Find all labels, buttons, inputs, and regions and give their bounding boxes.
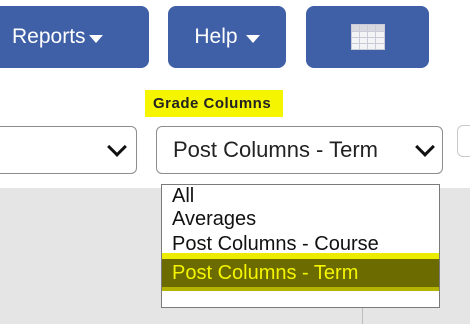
chevron-down-icon (415, 137, 435, 157)
table-grid-icon (350, 24, 385, 50)
grade-columns-label: Grade Columns (145, 90, 284, 117)
reports-label: Reports (12, 25, 86, 48)
help-label: Help (194, 25, 238, 48)
option-post-columns-term[interactable]: Post Columns - Term (162, 259, 439, 291)
caret-down-icon (88, 34, 103, 43)
option-post-columns-course[interactable]: Post Columns - Course (162, 232, 439, 259)
reports-menu-button[interactable]: Reports (0, 6, 149, 68)
left-filter-select[interactable] (0, 126, 137, 174)
chevron-down-icon (107, 137, 127, 157)
help-menu-button[interactable]: Help (168, 6, 286, 68)
option-all[interactable]: All (162, 185, 439, 207)
grade-columns-selected-value: Post Columns - Term (173, 137, 378, 162)
grade-columns-select[interactable]: Post Columns - Term (156, 126, 443, 174)
option-averages[interactable]: Averages (162, 207, 439, 232)
grid-view-button[interactable] (306, 6, 429, 68)
next-control-edge[interactable] (457, 125, 470, 157)
caret-down-icon (245, 34, 260, 43)
grade-columns-dropdown-list[interactable]: All Averages Post Columns - Course Post … (161, 184, 440, 308)
